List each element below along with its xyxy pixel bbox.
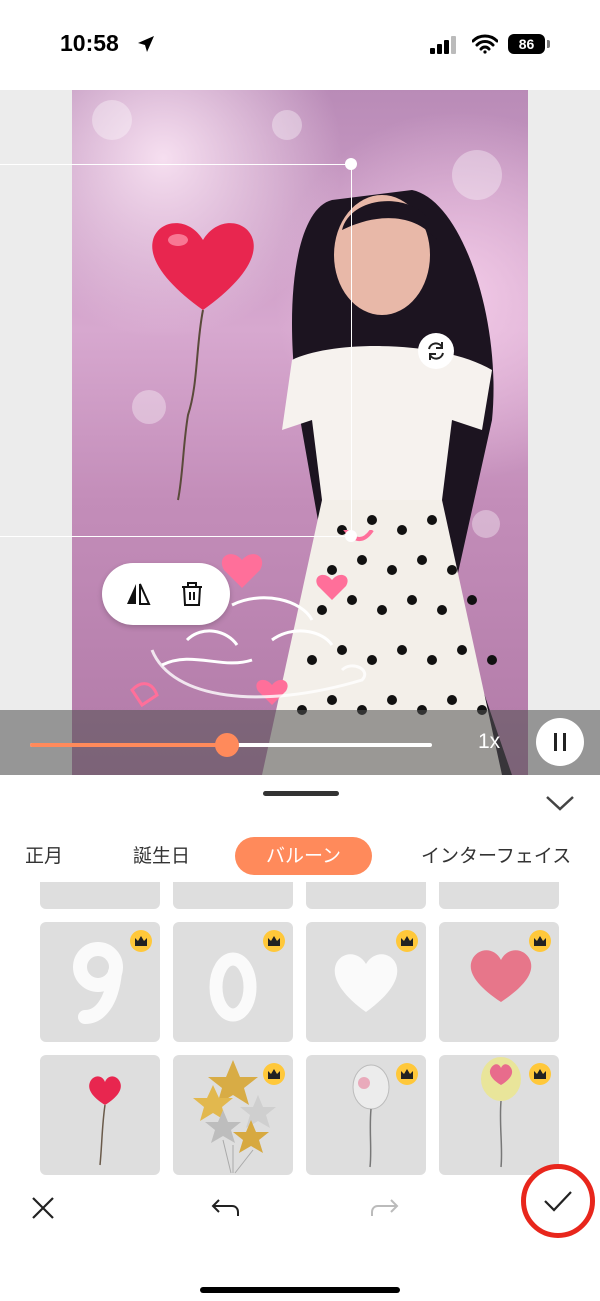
playback-speed[interactable]: 1x — [478, 730, 500, 754]
premium-crown-icon — [396, 930, 418, 952]
resize-handle-bottom[interactable] — [345, 530, 357, 542]
sheet-grabber[interactable] — [263, 791, 339, 796]
home-indicator — [200, 1287, 400, 1293]
category-tabs: 正月 誕生日 バルーン インターフェイス — [0, 837, 600, 877]
sticker-clear-balloon[interactable] — [306, 1055, 426, 1175]
sticker-cell[interactable] — [40, 882, 160, 909]
heart-balloon-sticker[interactable] — [148, 215, 258, 505]
timeline-progress — [30, 743, 227, 747]
undo-button[interactable] — [200, 1183, 250, 1233]
redo-button[interactable] — [360, 1183, 410, 1233]
status-bar: 10:58 86 — [0, 0, 600, 90]
photo-preview — [72, 90, 528, 775]
location-arrow-icon — [138, 36, 154, 52]
sticker-red-heart-balloon[interactable] — [40, 1055, 160, 1175]
sticker-cell[interactable] — [306, 882, 426, 909]
tab-balloon[interactable]: バルーン — [235, 837, 372, 875]
timeline-knob[interactable] — [214, 733, 239, 757]
sticker-white-heart-balloon[interactable] — [306, 922, 426, 1042]
close-icon — [32, 1197, 54, 1219]
sticker-yellow-printed-balloon[interactable] — [439, 1055, 559, 1175]
sticker-balloon-number-0[interactable] — [173, 922, 293, 1042]
pause-button[interactable] — [536, 718, 584, 766]
selection-right-edge — [351, 164, 352, 537]
premium-crown-icon — [130, 930, 152, 952]
clock: 10:58 — [60, 30, 119, 56]
sticker-cell[interactable] — [439, 882, 559, 909]
selection-bottom-edge — [0, 536, 351, 537]
redo-icon — [371, 1199, 399, 1216]
chevron-down-icon[interactable] — [543, 787, 577, 817]
sticker-cell[interactable] — [173, 882, 293, 909]
tab-new-year[interactable]: 正月 — [25, 837, 63, 875]
wifi-icon — [472, 34, 498, 54]
flip-icon — [127, 583, 151, 605]
timeline-slider[interactable] — [30, 733, 432, 757]
confirm-button[interactable] — [521, 1164, 595, 1238]
sticker-star-balloon-bundle[interactable] — [173, 1055, 293, 1175]
editor-canvas[interactable]: 1x — [0, 90, 600, 775]
flip-button[interactable] — [120, 576, 156, 612]
tab-birthday[interactable]: 誕生日 — [133, 837, 190, 875]
action-bar — [0, 1173, 600, 1243]
trash-icon — [182, 582, 202, 606]
premium-crown-icon — [263, 930, 285, 952]
pause-icon — [554, 733, 566, 751]
cellular-signal-icon — [430, 36, 456, 54]
sticker-balloon-number-9[interactable] — [40, 922, 160, 1042]
red-heart-balloon-image — [89, 1076, 121, 1166]
sticker-toolbar — [102, 563, 230, 625]
undo-icon — [211, 1199, 239, 1216]
selection-top-edge — [0, 164, 351, 165]
rotate-icon — [428, 342, 444, 360]
thank-you-sticker[interactable] — [112, 530, 382, 720]
delete-button[interactable] — [174, 576, 210, 612]
tab-interface[interactable]: インターフェイス — [421, 837, 571, 875]
cancel-button[interactable] — [18, 1183, 68, 1233]
battery-cap — [547, 40, 550, 48]
playback-bar: 1x — [0, 710, 600, 775]
battery-indicator: 86 — [508, 34, 545, 54]
sticker-panel: 正月 誕生日 バルーン インターフェイス — [0, 775, 600, 1301]
sticker-pink-heart-balloon[interactable] — [439, 922, 559, 1042]
premium-crown-icon — [529, 930, 551, 952]
premium-crown-icon — [263, 1063, 285, 1085]
premium-crown-icon — [529, 1063, 551, 1085]
resize-handle-top[interactable] — [345, 158, 357, 170]
sticker-grid — [0, 882, 600, 1177]
premium-crown-icon — [396, 1063, 418, 1085]
checkmark-icon — [544, 1191, 572, 1212]
rotate-button[interactable] — [418, 333, 454, 369]
